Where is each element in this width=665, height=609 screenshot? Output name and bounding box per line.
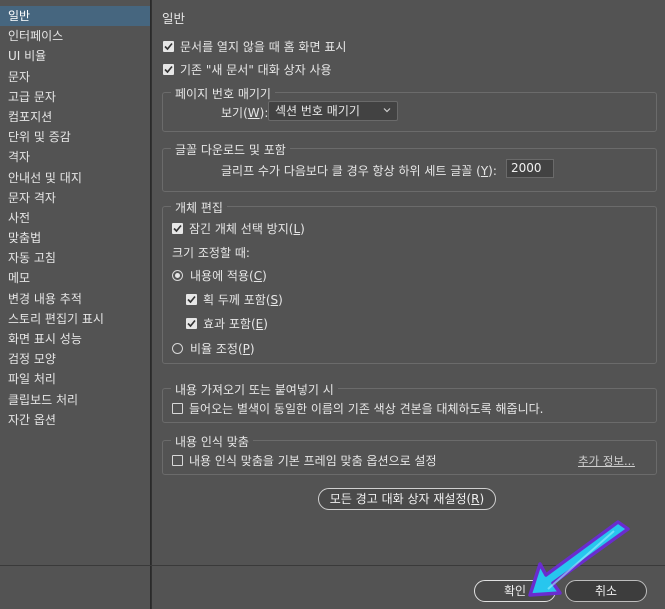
sidebar-item[interactable]: 일반: [0, 6, 150, 27]
sidebar-item[interactable]: 변경 내용 추적: [0, 289, 150, 309]
ok-button[interactable]: 확인: [474, 580, 556, 602]
checkbox[interactable]: [163, 41, 174, 52]
sidebar-item[interactable]: UI 비율: [0, 46, 150, 66]
checkbox[interactable]: [186, 318, 197, 329]
content-aware-default-option[interactable]: 내용 인식 맞춤을 기본 프레임 맞춤 옵션으로 설정: [172, 452, 437, 469]
more-info-link[interactable]: 추가 정보...: [578, 453, 635, 469]
sidebar-item[interactable]: 화면 표시 성능: [0, 329, 150, 349]
main-panel: 일반 문서를 열지 않을 때 홈 화면 표시 기존 "새 문서" 대화 상자 사…: [152, 0, 665, 609]
checkmark-icon: [164, 42, 173, 51]
footer-divider: [0, 565, 665, 566]
sidebar-item[interactable]: 스토리 편집기 표시: [0, 309, 150, 329]
sidebar-item[interactable]: 문자 격자: [0, 188, 150, 208]
home-screen-option[interactable]: 문서를 열지 않을 때 홈 화면 표시: [163, 38, 346, 55]
checkbox[interactable]: [186, 294, 197, 305]
sidebar-item[interactable]: 사전: [0, 208, 150, 228]
content-aware-default-label: 내용 인식 맞춤을 기본 프레임 맞춤 옵션으로 설정: [189, 454, 437, 468]
legacy-new-doc-label: 기존 "새 문서" 대화 상자 사용: [180, 63, 332, 77]
sidebar-item[interactable]: 안내선 및 대지: [0, 168, 150, 188]
radio-button[interactable]: [172, 270, 183, 281]
sidebar-item[interactable]: 인터페이스: [0, 26, 150, 46]
sidebar-item[interactable]: 자간 옵션: [0, 410, 150, 430]
checkmark-icon: [173, 224, 182, 233]
sidebar-item[interactable]: 고급 문자: [0, 87, 150, 107]
radio-button[interactable]: [172, 343, 183, 354]
include-effects-label: 효과 포함(E): [203, 317, 268, 331]
glyph-threshold-label: 글리프 수가 다음보다 클 경우 항상 하위 세트 글꼴 (Y):: [221, 164, 497, 178]
sidebar-item[interactable]: 자동 고침: [0, 248, 150, 268]
page-title: 일반: [162, 11, 186, 26]
sidebar-item[interactable]: 단위 및 증감: [0, 127, 150, 147]
sidebar-item[interactable]: 파일 처리: [0, 369, 150, 389]
include-stroke-option[interactable]: 획 두께 포함(S): [186, 291, 283, 308]
apply-to-content-label: 내용에 적용(C): [190, 269, 267, 283]
view-label: 보기(W):: [221, 106, 269, 120]
import-paste-legend: 내용 가져오기 또는 붙여넣기 시: [171, 381, 338, 398]
sidebar-item[interactable]: 격자: [0, 147, 150, 167]
sidebar-item[interactable]: 컴포지션: [0, 107, 150, 127]
sidebar-item[interactable]: 클립보드 처리: [0, 390, 150, 410]
apply-to-content-option[interactable]: 내용에 적용(C): [172, 267, 267, 284]
sidebar: 일반 인터페이스 UI 비율 문자 고급 문자 컴포지션 단위 및 증감 격자 안내선 및 대지…: [0, 0, 151, 609]
checkbox[interactable]: [172, 403, 183, 414]
page-numbering-select[interactable]: 섹션 번호 매기기: [268, 101, 398, 121]
sidebar-item[interactable]: 검정 모양: [0, 349, 150, 369]
page-numbering-legend: 페이지 번호 매기기: [171, 85, 275, 102]
sidebar-item[interactable]: 맞춤법: [0, 228, 150, 248]
checkbox[interactable]: [172, 223, 183, 234]
checkmark-icon: [164, 65, 173, 74]
checkbox[interactable]: [163, 64, 174, 75]
cancel-button[interactable]: 취소: [565, 580, 647, 602]
sidebar-item[interactable]: 메모: [0, 268, 150, 288]
prevent-locked-option[interactable]: 잠긴 개체 선택 방지(L): [172, 220, 305, 237]
object-editing-legend: 개체 편집: [171, 199, 227, 216]
page-numbering-value: 섹션 번호 매기기: [275, 104, 360, 118]
checkmark-icon: [187, 295, 196, 304]
replace-swatch-option[interactable]: 들어오는 별색이 동일한 이름의 기존 색상 견본을 대체하도록 해줍니다.: [172, 400, 544, 417]
prevent-locked-label: 잠긴 개체 선택 방지(L): [189, 222, 305, 236]
adjust-scale-option[interactable]: 비율 조정(P): [172, 340, 255, 357]
include-effects-option[interactable]: 효과 포함(E): [186, 315, 268, 332]
include-stroke-label: 획 두께 포함(S): [203, 293, 283, 307]
checkbox[interactable]: [172, 455, 183, 466]
scaling-label: 크기 조정할 때:: [172, 246, 250, 260]
replace-swatch-label: 들어오는 별색이 동일한 이름의 기존 색상 견본을 대체하도록 해줍니다.: [189, 402, 544, 416]
adjust-scale-label: 비율 조정(P): [190, 342, 255, 356]
home-screen-label: 문서를 열지 않을 때 홈 화면 표시: [180, 40, 347, 54]
sidebar-item[interactable]: 문자: [0, 67, 150, 87]
content-aware-fit-legend: 내용 인식 맞춤: [171, 433, 253, 450]
chevron-down-icon: [383, 108, 391, 113]
reset-warnings-button[interactable]: 모든 경고 대화 상자 재설정(R): [318, 488, 496, 510]
checkmark-icon: [187, 319, 196, 328]
glyph-threshold-input[interactable]: 2000: [506, 159, 554, 178]
legacy-new-doc-option[interactable]: 기존 "새 문서" 대화 상자 사용: [163, 61, 332, 78]
font-download-legend: 글꼴 다운로드 및 포함: [171, 141, 290, 158]
